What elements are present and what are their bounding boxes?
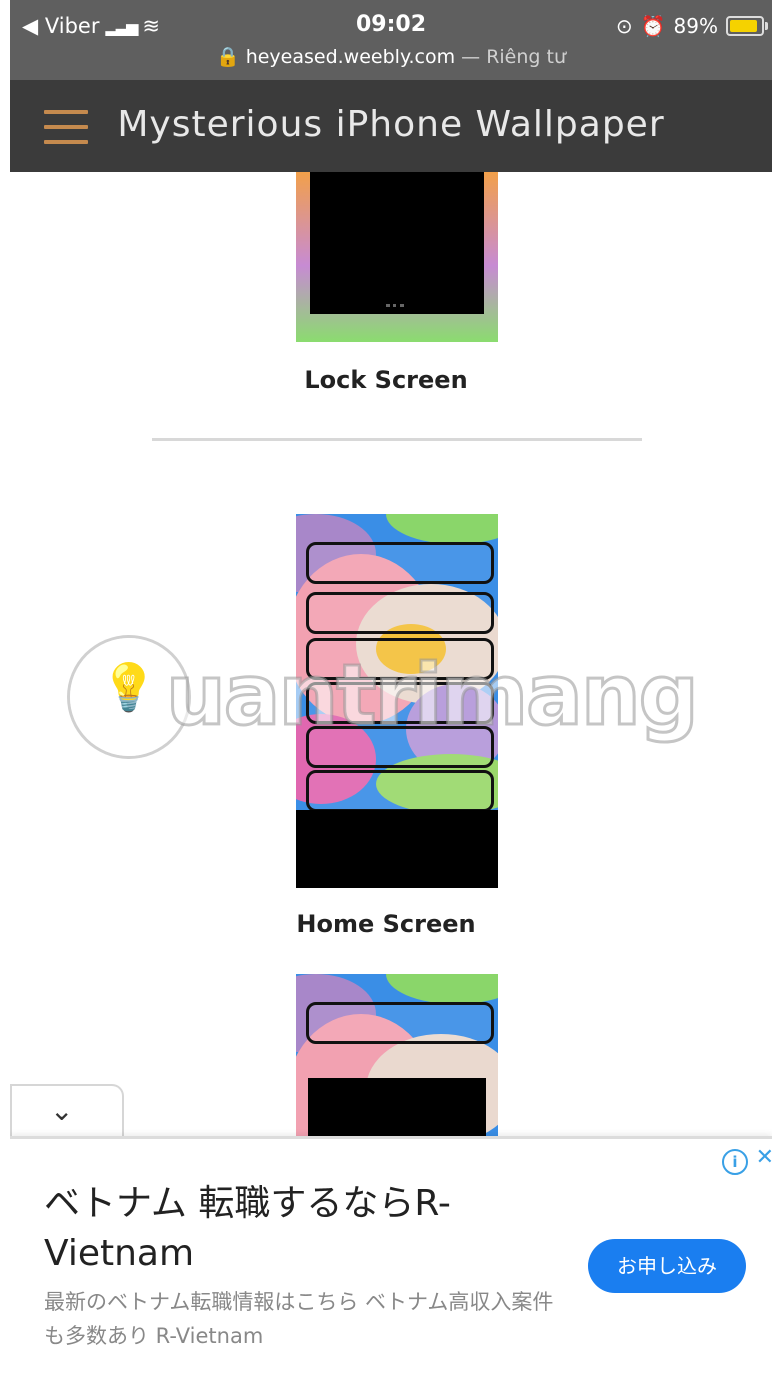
dock xyxy=(308,1078,486,1144)
page-dots xyxy=(386,304,404,311)
lock-screen-wallpaper-image[interactable] xyxy=(296,172,498,342)
lock-screen-preview xyxy=(310,172,484,314)
lightbulb-icon: 💡 xyxy=(100,660,158,714)
browser-viewport: ◀ Viber ▂▃▅ ≋ 09:02 ⊙ ⏰ 89% 🔒 heyeased.w… xyxy=(10,0,772,1378)
green-blob xyxy=(386,514,498,544)
url-separator: — xyxy=(455,46,487,68)
widget-row xyxy=(306,1002,494,1044)
battery-percent: 89% xyxy=(673,14,718,38)
status-bar: ◀ Viber ▂▃▅ ≋ 09:02 ⊙ ⏰ 89% 🔒 heyeased.w… xyxy=(10,0,772,80)
widget-row xyxy=(306,770,494,812)
site-title[interactable]: Mysterious iPhone Wallpaper xyxy=(10,104,772,145)
green-blob xyxy=(386,974,498,1004)
alarm-icon: ⏰ xyxy=(640,14,666,38)
dock xyxy=(296,810,498,888)
chevron-down-icon[interactable]: ⌄ xyxy=(50,1094,73,1127)
widget-row xyxy=(306,592,494,634)
info-icon[interactable]: i xyxy=(722,1149,748,1175)
ad-banner[interactable]: i ✕ ベトナム 転職するならR-Vietnam 最新のベトナム転職情報はこちら… xyxy=(10,1136,772,1378)
lock-icon: 🔒 xyxy=(215,46,240,68)
ad-description[interactable]: 最新のベトナム転職情報はこちら ベトナム高収入案件も多数あり R-Vietnam xyxy=(44,1285,564,1353)
url-text[interactable]: heyeased.weebly.com xyxy=(246,46,455,68)
address-bar[interactable]: 🔒 heyeased.weebly.com — Riêng tư xyxy=(10,45,772,68)
watermark: 💡 uantrimang xyxy=(70,638,700,758)
wallpaper-image[interactable] xyxy=(296,974,498,1144)
privacy-label: Riêng tư xyxy=(486,46,567,68)
home-screen-caption: Home Screen xyxy=(296,910,476,938)
divider xyxy=(152,438,642,441)
rotation-lock-icon: ⊙ xyxy=(615,14,633,38)
battery-icon xyxy=(726,16,768,36)
site-header: Mysterious iPhone Wallpaper xyxy=(10,80,772,172)
widget-row xyxy=(306,542,494,584)
ad-collapse-tab[interactable]: ⌄ xyxy=(10,1084,124,1142)
ad-title[interactable]: ベトナム 転職するならR-Vietnam xyxy=(44,1179,564,1279)
status-indicators: ⊙ ⏰ 89% xyxy=(615,14,768,38)
watermark-text: uantrimang xyxy=(165,645,701,746)
apply-button[interactable]: お申し込み xyxy=(588,1239,746,1293)
close-icon[interactable]: ✕ xyxy=(756,1145,772,1170)
lock-screen-caption: Lock Screen xyxy=(304,366,468,394)
